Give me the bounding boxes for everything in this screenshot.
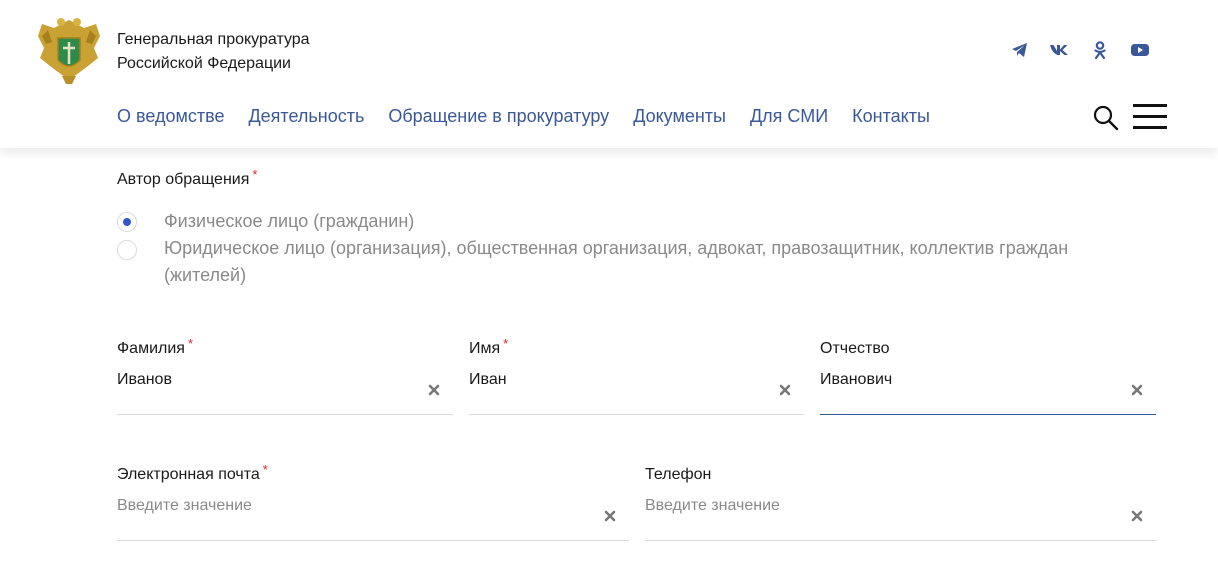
patronymic-label-text: Отчество (820, 340, 890, 357)
patronymic-label: Отчество (820, 340, 890, 358)
search-icon[interactable] (1092, 104, 1120, 132)
clear-icon[interactable] (603, 509, 617, 523)
last-name-label: Фамилия * (117, 336, 193, 358)
org-name-line1: Генеральная прокуратура (117, 31, 310, 48)
required-asterisk: * (503, 336, 509, 351)
last-name-field[interactable] (117, 367, 453, 415)
nav-item-activity[interactable]: Деятельность (248, 106, 364, 127)
clear-icon[interactable] (427, 383, 441, 397)
last-name-label-text: Фамилия (117, 340, 185, 357)
patronymic-field[interactable] (820, 367, 1156, 415)
radio-legal-entity-label[interactable]: Юридическое лицо (организация), обществе… (164, 235, 1124, 289)
radio-individual[interactable] (117, 212, 137, 232)
radio-legal-entity[interactable] (117, 240, 137, 260)
nav-item-about[interactable]: О ведомстве (117, 106, 224, 127)
email-input[interactable] (117, 493, 599, 519)
author-label-text: Автор обращения (117, 171, 250, 188)
phone-field[interactable] (645, 493, 1156, 541)
clear-icon[interactable] (778, 383, 792, 397)
nav-item-media[interactable]: Для СМИ (750, 106, 828, 127)
main-nav: О ведомстве Деятельность Обращение в про… (117, 106, 930, 127)
phone-label-text: Телефон (645, 466, 712, 483)
required-asterisk: * (187, 336, 193, 351)
email-label-text: Электронная почта (117, 466, 260, 483)
org-name-line2: Российской Федерации (117, 55, 291, 72)
first-name-label: Имя * (469, 336, 508, 358)
first-name-field[interactable] (469, 367, 804, 415)
telegram-icon[interactable] (1010, 40, 1030, 60)
phone-label: Телефон (645, 466, 711, 484)
hamburger-menu-icon[interactable] (1133, 104, 1167, 130)
vk-icon[interactable] (1050, 40, 1070, 60)
email-field[interactable] (117, 493, 629, 541)
radio-individual-label[interactable]: Физическое лицо (гражданин) (164, 208, 1124, 235)
required-asterisk: * (252, 167, 258, 182)
first-name-label-text: Имя (469, 340, 501, 357)
last-name-input[interactable] (117, 367, 423, 393)
coat-of-arms-logo[interactable] (36, 14, 102, 86)
nav-item-contacts[interactable]: Контакты (852, 106, 930, 127)
org-name[interactable]: Генеральная прокуратура Российской Федер… (117, 28, 310, 76)
required-asterisk: * (262, 462, 268, 477)
patronymic-input[interactable] (820, 367, 1126, 393)
phone-input[interactable] (645, 493, 1126, 519)
nav-item-documents[interactable]: Документы (633, 106, 726, 127)
email-label: Электронная почта * (117, 462, 268, 484)
clear-icon[interactable] (1130, 509, 1144, 523)
author-label: Автор обращения * (117, 167, 257, 189)
youtube-icon[interactable] (1130, 40, 1150, 60)
clear-icon[interactable] (1130, 383, 1144, 397)
odnoklassniki-icon[interactable] (1090, 40, 1110, 60)
first-name-input[interactable] (469, 367, 774, 393)
nav-item-appeal[interactable]: Обращение в прокуратуру (388, 106, 609, 127)
social-links (1010, 40, 1150, 60)
site-header: Генеральная прокуратура Российской Федер… (0, 0, 1218, 148)
